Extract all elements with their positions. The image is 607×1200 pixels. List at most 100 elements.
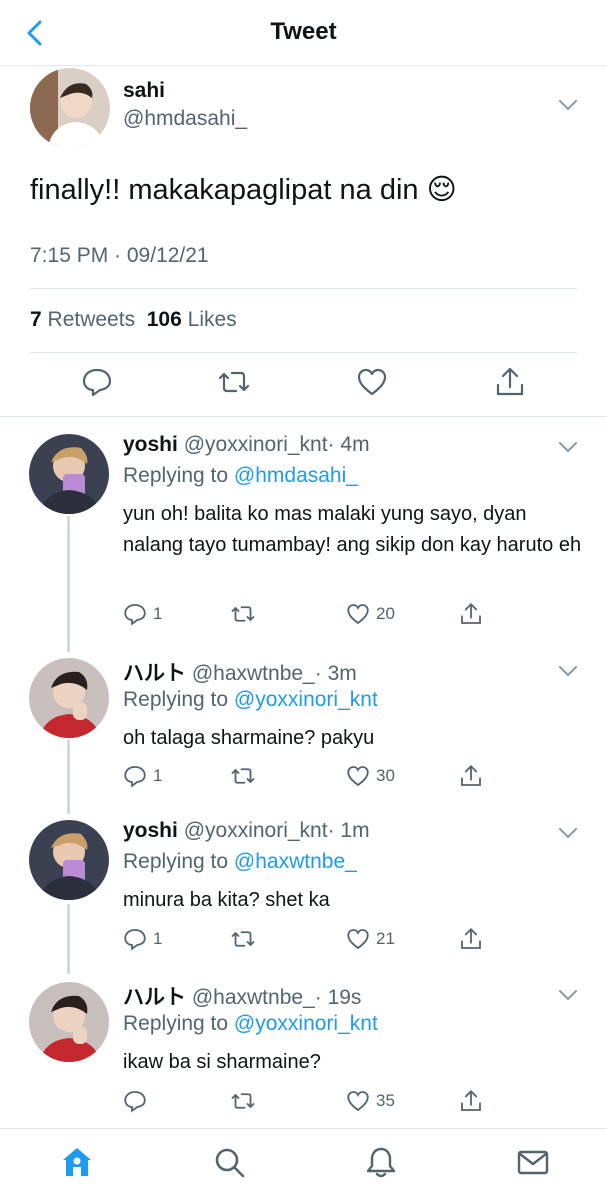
retweet-button[interactable]	[231, 601, 255, 627]
reply-author-name[interactable]: yoshi	[123, 819, 178, 842]
chevron-down-icon[interactable]	[558, 664, 578, 677]
mail-icon[interactable]	[516, 1145, 550, 1179]
reply-author-handle[interactable]: @haxwtnbe_	[192, 986, 315, 1009]
thread-line	[67, 904, 70, 974]
heart-icon	[347, 604, 369, 625]
reply-header: ハルト @haxwtnbe_· 19s	[123, 981, 361, 1011]
reply-icon	[124, 604, 146, 626]
share-button[interactable]	[459, 926, 483, 952]
thread-line	[67, 740, 70, 814]
share-button[interactable]	[459, 763, 483, 789]
top-nav-bar: Tweet	[0, 0, 607, 66]
reply-time: · 4m	[327, 433, 370, 456]
reply-author-handle[interactable]: @yoxxinori_knt	[184, 433, 328, 456]
heart-icon[interactable]	[356, 366, 388, 398]
replying-to-mention[interactable]: @haxwtnbe_	[234, 850, 357, 873]
tweet-text: finally!! makakapaglipat na din 😌	[30, 174, 457, 206]
reply-button[interactable]: 1	[123, 926, 162, 952]
avatar-yoshi[interactable]	[29, 820, 109, 900]
retweet-icon	[231, 1093, 255, 1109]
replying-to-mention[interactable]: @hmdasahi_	[234, 464, 358, 487]
reply-time: · 1m	[327, 819, 370, 842]
reply-text: ikaw ba si sharmaine?	[123, 1051, 321, 1073]
replying-to: Replying to @hmdasahi_	[123, 464, 358, 488]
reply-button[interactable]: 1	[123, 601, 162, 627]
share-button[interactable]	[459, 1088, 483, 1114]
tweet-timestamp[interactable]: 7:15 PM · 09/12/21	[30, 244, 209, 268]
bell-icon[interactable]	[364, 1145, 398, 1179]
share-icon[interactable]	[494, 366, 526, 398]
thread-line	[67, 516, 70, 652]
share-icon	[461, 764, 481, 786]
like-count: 21	[376, 929, 395, 948]
share-button[interactable]	[459, 601, 483, 627]
divider	[0, 416, 607, 417]
like-button[interactable]: 20	[346, 601, 395, 627]
retweet-icon	[231, 606, 255, 622]
replying-to-label: Replying to	[123, 464, 229, 487]
reply-icon	[124, 766, 146, 788]
like-button[interactable]: 30	[346, 763, 395, 789]
retweet-icon	[231, 768, 255, 784]
retweets-count[interactable]: 7	[30, 308, 42, 331]
retweet-button[interactable]	[231, 763, 255, 789]
reply-count: 1	[153, 604, 163, 623]
replying-to: Replying to @haxwtnbe_	[123, 850, 357, 874]
reply-actions: 1 20	[123, 601, 583, 627]
divider	[30, 288, 577, 289]
avatar-yoshi[interactable]	[29, 434, 109, 514]
reply-actions: 1 21	[123, 926, 583, 952]
reply-author-name[interactable]: ハルト	[123, 986, 186, 1009]
replying-to-mention[interactable]: @yoxxinori_knt	[234, 688, 378, 711]
retweet-button[interactable]	[231, 926, 255, 952]
replying-to-label: Replying to	[123, 688, 229, 711]
reply-text: minura ba kita? shet ka	[123, 889, 330, 911]
like-button[interactable]: 21	[346, 926, 395, 952]
tweet-stats: 7 Retweets 106 Likes	[30, 308, 237, 332]
reply-author-handle[interactable]: @haxwtnbe_	[192, 662, 315, 685]
chevron-down-icon[interactable]	[558, 440, 578, 453]
reply-header: yoshi @yoxxinori_knt· 4m	[123, 433, 370, 457]
reply-text: yun oh! balita ko mas malaki yung sayo, …	[123, 503, 582, 556]
divider	[30, 352, 577, 353]
reply-actions: 35	[123, 1088, 583, 1114]
like-count: 30	[376, 766, 395, 785]
search-icon[interactable]	[212, 1145, 246, 1179]
reply-button[interactable]: 1	[123, 763, 162, 789]
home-icon[interactable]	[60, 1145, 94, 1179]
reply-author-name[interactable]: ハルト	[123, 662, 186, 685]
chevron-down-icon[interactable]	[558, 826, 578, 839]
like-button[interactable]: 35	[346, 1088, 395, 1114]
reply-text: oh talaga sharmaine? pakyu	[123, 727, 375, 749]
replying-to-mention[interactable]: @yoxxinori_knt	[234, 1012, 378, 1035]
reply-header: yoshi @yoxxinori_knt· 1m	[123, 819, 370, 843]
avatar-haruto[interactable]	[29, 982, 109, 1062]
chevron-down-icon[interactable]	[558, 98, 578, 111]
heart-icon	[347, 929, 369, 950]
reply-icon	[124, 1091, 146, 1113]
retweet-icon[interactable]	[218, 366, 250, 398]
avatar-sahi[interactable]	[30, 68, 110, 148]
chevron-down-icon[interactable]	[558, 988, 578, 1001]
reply-button[interactable]	[123, 1088, 153, 1114]
author-name[interactable]: sahi	[123, 79, 165, 103]
avatar-haruto[interactable]	[29, 658, 109, 738]
reply-header: ハルト @haxwtnbe_· 3m	[123, 657, 357, 687]
reply-author-handle[interactable]: @yoxxinori_knt	[184, 819, 328, 842]
bottom-tab-bar	[0, 1128, 607, 1200]
likes-count[interactable]: 106	[147, 308, 182, 331]
retweet-button[interactable]	[231, 1088, 255, 1114]
reply-author-name[interactable]: yoshi	[123, 433, 178, 456]
likes-label[interactable]: Likes	[188, 308, 237, 331]
reply-icon[interactable]	[81, 366, 113, 398]
heart-icon	[347, 766, 369, 787]
replying-to-label: Replying to	[123, 850, 229, 873]
retweets-label[interactable]: Retweets	[48, 308, 136, 331]
reply-time: · 3m	[314, 662, 357, 685]
replying-to-label: Replying to	[123, 1012, 229, 1035]
reply-count: 1	[153, 929, 163, 948]
reply-icon	[124, 929, 146, 951]
share-icon	[461, 927, 481, 949]
author-handle[interactable]: @hmdasahi_	[123, 107, 247, 131]
replying-to: Replying to @yoxxinori_knt	[123, 688, 378, 712]
